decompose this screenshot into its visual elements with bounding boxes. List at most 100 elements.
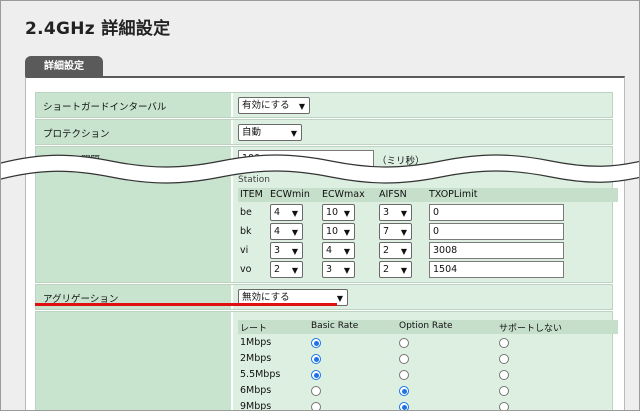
edca-be-ecwmin-select[interactable]: 4 ▼ <box>270 204 303 221</box>
rate-radio-option[interactable] <box>399 354 409 364</box>
edca-vo-txop-input[interactable]: 1504 <box>429 261 564 278</box>
edca-bk-ecwmax-select[interactable]: 10 ▼ <box>322 223 355 240</box>
rate-radio-basic[interactable] <box>311 338 321 348</box>
rate-label: 5.5Mbps <box>240 369 281 380</box>
edca-bk-ecwmax-value: 10 <box>326 226 339 237</box>
rate-label: 2Mbps <box>240 353 272 364</box>
rate-radio-basic[interactable] <box>311 370 321 380</box>
edca-vi-ecwmax-select[interactable]: 4 ▼ <box>322 242 355 259</box>
row-value-cell: Station ITEM ECWmin ECWmax AIFSN TXOPLim… <box>233 168 618 282</box>
page-title: 2.4GHz 詳細設定 <box>25 19 171 39</box>
row-value-cell: 自動 ▼ <box>233 120 612 144</box>
short-guard-select-value: 有効にする <box>242 100 290 111</box>
chevron-down-icon: ▼ <box>400 228 407 237</box>
edca-bk-ecwmin-value: 4 <box>274 226 281 237</box>
edca-item-vi: vi <box>240 245 249 256</box>
row-protection: プロテクション 自動 ▼ <box>35 119 613 145</box>
rate-radio-unsupported[interactable] <box>499 354 509 364</box>
rate-radio-basic[interactable] <box>311 402 321 410</box>
edca-vi-ecwmin-value: 3 <box>274 245 281 256</box>
rate-header-option: Option Rate <box>399 321 453 331</box>
rate-label: 6Mbps <box>240 385 272 396</box>
rate-radio-unsupported[interactable] <box>499 338 509 348</box>
edca-header-ecwmax: ECWmax <box>322 189 365 200</box>
edca-vi-ecwmax-value: 4 <box>326 245 333 256</box>
rate-radio-option[interactable] <box>399 370 409 380</box>
chevron-down-icon: ▼ <box>400 247 407 256</box>
edca-header-item: ITEM <box>240 189 263 200</box>
tab-detail-settings[interactable]: 詳細設定 <box>25 56 103 76</box>
edca-vo-ecwmax-value: 3 <box>326 264 333 275</box>
edca-vo-ecwmax-select[interactable]: 3 ▼ <box>322 261 355 278</box>
rate-label: 9Mbps <box>240 401 272 411</box>
row-value-cell: 有効にする ▼ <box>233 93 612 117</box>
edca-bk-aifsn-value: 7 <box>383 226 390 237</box>
row-edca-parameters: Station ITEM ECWmin ECWmax AIFSN TXOPLim… <box>35 168 618 283</box>
edca-header-ecwmin: ECWmin <box>270 189 310 200</box>
protection-select-value: 自動 <box>242 127 262 138</box>
row-value-cell: レート Basic Rate Option Rate サポートしない 1Mbps… <box>233 312 618 411</box>
torn-edge-separator <box>1 154 639 184</box>
edca-be-ecwmax-value: 10 <box>326 207 339 218</box>
row-aggregation: アグリゲーション 無効にする ▼ <box>35 284 613 310</box>
row-label-cell: プロテクション <box>36 120 232 144</box>
chevron-down-icon: ▼ <box>291 209 298 218</box>
chevron-down-icon: ▼ <box>400 209 407 218</box>
rate-radio-unsupported[interactable] <box>499 386 509 396</box>
edca-be-txop-input[interactable]: 0 <box>429 204 564 221</box>
edca-vo-ecwmin-select[interactable]: 2 ▼ <box>270 261 303 278</box>
edca-item-be: be <box>240 207 252 218</box>
row-label-cell <box>36 168 232 282</box>
edca-bk-aifsn-select[interactable]: 7 ▼ <box>379 223 412 240</box>
chevron-down-icon: ▼ <box>343 209 350 218</box>
row-rate-settings: レート Basic Rate Option Rate サポートしない 1Mbps… <box>35 311 618 411</box>
edca-be-ecwmax-select[interactable]: 10 ▼ <box>322 204 355 221</box>
rate-header-basic: Basic Rate <box>311 321 359 331</box>
protection-select[interactable]: 自動 ▼ <box>238 124 302 141</box>
rate-header-rate: レート <box>240 324 268 334</box>
aggregation-select-value: 無効にする <box>242 292 290 303</box>
rate-radio-option[interactable] <box>399 402 409 410</box>
chevron-down-icon: ▼ <box>290 129 297 138</box>
page-frame: 2.4GHz 詳細設定 詳細設定 ショートガードインターバル 有効にする ▼ プ… <box>0 0 640 411</box>
chevron-down-icon: ▼ <box>291 228 298 237</box>
edca-header-txoplimit: TXOPLimit <box>429 189 478 200</box>
row-short-guard-interval: ショートガードインターバル 有効にする ▼ <box>35 92 613 118</box>
chevron-down-icon: ▼ <box>343 228 350 237</box>
protection-label: プロテクション <box>43 129 110 140</box>
chevron-down-icon: ▼ <box>336 294 343 303</box>
edca-bk-ecwmin-select[interactable]: 4 ▼ <box>270 223 303 240</box>
edca-vi-aifsn-select[interactable]: 2 ▼ <box>379 242 412 259</box>
chevron-down-icon: ▼ <box>291 266 298 275</box>
short-guard-select[interactable]: 有効にする ▼ <box>238 97 310 114</box>
edca-vi-ecwmin-select[interactable]: 3 ▼ <box>270 242 303 259</box>
edca-bk-txop-input[interactable]: 0 <box>429 223 564 240</box>
edca-vo-aifsn-select[interactable]: 2 ▼ <box>379 261 412 278</box>
rate-header-unsupported: サポートしない <box>499 324 563 334</box>
chevron-down-icon: ▼ <box>298 102 305 111</box>
edca-be-ecwmin-value: 4 <box>274 207 281 218</box>
rate-label: 1Mbps <box>240 337 272 348</box>
row-label-cell: ショートガードインターバル <box>36 93 232 117</box>
edca-item-bk: bk <box>240 226 252 237</box>
rate-radio-option[interactable] <box>399 338 409 348</box>
edca-vi-aifsn-value: 2 <box>383 245 390 256</box>
chevron-down-icon: ▼ <box>343 247 350 256</box>
edca-header-aifsn: AIFSN <box>379 189 407 200</box>
rate-radio-basic[interactable] <box>311 354 321 364</box>
rate-radio-option[interactable] <box>399 386 409 396</box>
chevron-down-icon: ▼ <box>291 247 298 256</box>
edca-vo-aifsn-value: 2 <box>383 264 390 275</box>
row-label-cell <box>36 312 232 410</box>
rate-radio-unsupported[interactable] <box>499 370 509 380</box>
rate-radio-unsupported[interactable] <box>499 402 509 410</box>
edca-be-aifsn-value: 3 <box>383 207 390 218</box>
edca-item-vo: vo <box>240 264 252 275</box>
highlight-underline <box>35 303 337 306</box>
edca-vi-txop-input[interactable]: 3008 <box>429 242 564 259</box>
chevron-down-icon: ▼ <box>400 266 407 275</box>
edca-be-aifsn-select[interactable]: 3 ▼ <box>379 204 412 221</box>
chevron-down-icon: ▼ <box>343 266 350 275</box>
edca-vo-ecwmin-value: 2 <box>274 264 281 275</box>
rate-radio-basic[interactable] <box>311 386 321 396</box>
